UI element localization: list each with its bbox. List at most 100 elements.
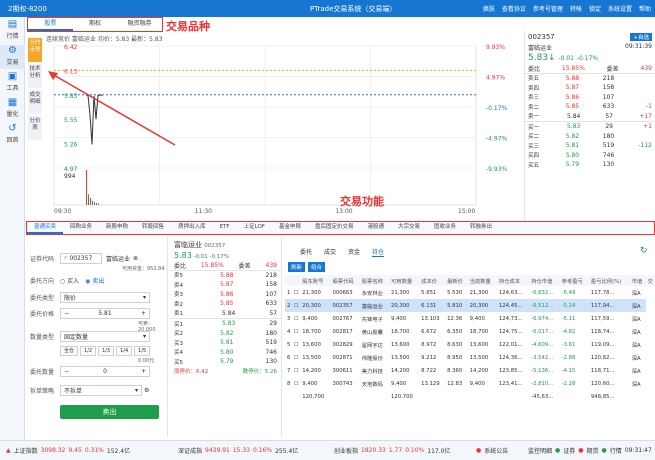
add-watch-button[interactable]: +自选: [630, 33, 652, 41]
nav-tools[interactable]: ▣ 工具: [0, 71, 25, 95]
nav-quant[interactable]: ▦ 量化: [0, 97, 25, 121]
table-row[interactable]: 1 ☐ 21,300 000663 永安林业 21,300 5.851 5.530 21,300…: [285, 286, 655, 299]
tab-orders[interactable]: 委托: [300, 247, 312, 257]
tab-margin[interactable]: 融资融券: [117, 18, 162, 31]
func-tab[interactable]: 盘后固定价交易: [308, 222, 361, 234]
qp-bid-row[interactable]: 买四 5.80 746: [528, 151, 652, 161]
func-tab[interactable]: 港股通: [360, 222, 391, 234]
qp-ask-row[interactable]: 卖一 5.84 57 +17: [528, 112, 652, 122]
gear-icon[interactable]: ⚙: [144, 387, 149, 394]
column-header[interactable]: [285, 275, 292, 286]
qp-bid-row[interactable]: 买一 5.83 29 +1: [528, 122, 652, 132]
table-row[interactable]: 6 ☐ 13,500 002871 伟隆股份 13,500 9.212 8.950 13,500…: [285, 351, 655, 364]
tab-funds[interactable]: 资金: [348, 247, 360, 257]
refresh-icon[interactable]: ↻: [640, 246, 648, 256]
mb-ask-row[interactable]: 卖5 5.88 218: [174, 271, 277, 281]
qty-type-select[interactable]: 固定数量 ▾: [60, 330, 150, 342]
refresh-button[interactable]: 刷新: [288, 262, 306, 272]
func-tab[interactable]: 基金申赎: [272, 222, 308, 234]
column-header[interactable]: 持仓成本: [496, 275, 530, 286]
qp-ask-row[interactable]: 卖三 5.86 107: [528, 93, 652, 103]
qp-bid-row[interactable]: 买五 5.79 130: [528, 160, 652, 170]
mb-ask-row[interactable]: 卖4 5.87 158: [174, 280, 277, 290]
split-select[interactable]: 不拆单 ▾: [60, 384, 142, 396]
qp-ask-row[interactable]: 卖五 5.88 218: [528, 74, 652, 84]
menu-protocol[interactable]: 查看协议: [502, 4, 526, 13]
column-header[interactable]: 股票代码: [330, 275, 360, 286]
func-tab[interactable]: 回购业务: [63, 222, 99, 234]
func-tab[interactable]: 转股回售: [135, 222, 171, 234]
column-header[interactable]: 股票名称: [359, 275, 389, 286]
func-tab[interactable]: 普通买卖: [27, 222, 64, 234]
table-row[interactable]: 2 ☐ 20,300 002357 富临运业 20,300 6.131 5.810 20,300…: [285, 299, 655, 312]
qty-quarter-button[interactable]: 1/4: [116, 346, 133, 356]
sell-button[interactable]: 卖出: [60, 405, 159, 419]
column-header[interactable]: 市值: [629, 275, 646, 286]
tab-fills[interactable]: 成交: [324, 247, 336, 257]
table-row[interactable]: 5 ☐ 13,600 002829 星网宇达 13,600 8.972 8.630 13,600…: [285, 338, 655, 351]
quote-sz[interactable]: 深证成指 9439.91 15.33 0.16% 255.4亿: [178, 446, 298, 455]
func-tab[interactable]: 转融券出: [463, 222, 499, 234]
tab-holdings[interactable]: 持仓: [372, 247, 385, 257]
clear-icon[interactable]: ⊗: [133, 255, 138, 262]
radio-sell[interactable]: ◉ 卖出: [85, 276, 104, 285]
column-header[interactable]: 参考盈亏: [559, 275, 589, 286]
price-stepper[interactable]: −5.81 +: [60, 307, 150, 319]
qp-ask-row[interactable]: 卖二 5.85 633 -1: [528, 102, 652, 112]
mb-ask-row[interactable]: 卖1 5.84 57: [174, 309, 277, 319]
menu-transfer[interactable]: 转帐: [570, 4, 582, 13]
account-label[interactable]: 2期权-8200: [8, 4, 47, 14]
qp-bid-row[interactable]: 买二 5.82 180: [528, 132, 652, 142]
qty-half-button[interactable]: 1/2: [80, 346, 97, 356]
column-header[interactable]: 盈亏比例(%): [588, 275, 630, 286]
column-header[interactable]: [291, 275, 301, 286]
mb-bid-row[interactable]: 买4 5.80 746: [174, 348, 277, 358]
func-tab[interactable]: 上证LOF: [237, 222, 272, 234]
mb-ask-row[interactable]: 卖3 5.86 107: [174, 290, 277, 300]
mb-bid-row[interactable]: 买1 5.83 29: [174, 319, 277, 329]
mb-bid-row[interactable]: 买3 5.81 519: [174, 338, 277, 348]
menu-help[interactable]: 帮助: [639, 4, 651, 13]
tab-stock[interactable]: 股票: [28, 18, 73, 31]
qty-third-button[interactable]: 1/3: [98, 346, 115, 356]
radio-buy[interactable]: ○ 买入: [60, 276, 79, 285]
column-header[interactable]: 最新价: [445, 275, 468, 286]
mb-bid-row[interactable]: 买5 5.79 130: [174, 357, 277, 367]
qp-bid-row[interactable]: 买三 5.81 519 -112: [528, 141, 652, 151]
menu-settings[interactable]: 系统设置: [608, 4, 632, 13]
column-header[interactable]: 交: [645, 275, 655, 286]
qp-ask-row[interactable]: 卖四 5.87 158: [528, 83, 652, 93]
conn-status[interactable]: 监控明细 ● 证券 ● 期货 ● 行情 09:31:47: [528, 446, 652, 455]
table-row[interactable]: 8 ☐ 9,400 300743 天地数码 9,400 13.129 12.83 9,400 12…: [285, 377, 655, 390]
code-input[interactable]: ⌕ 002357: [60, 252, 102, 264]
quote-sh[interactable]: ▲ 上证指数 3098.32 9.45 0.31% 152.4亿: [6, 446, 130, 455]
mb-ask-row[interactable]: 卖2 5.85 633: [174, 299, 277, 309]
func-tab[interactable]: ETF: [213, 222, 237, 234]
column-header[interactable]: 成本价: [419, 275, 446, 286]
qty-fifth-button[interactable]: 1/5: [134, 346, 151, 356]
qty-stepper[interactable]: −0 +: [60, 365, 150, 377]
func-tab[interactable]: 新股申购: [99, 222, 135, 234]
combine-button[interactable]: 组合: [308, 262, 326, 272]
column-header[interactable]: 股东账号: [300, 275, 331, 286]
func-tab[interactable]: 质押出入库: [171, 222, 213, 234]
mb-bid-row[interactable]: 买2 5.82 180: [174, 329, 277, 339]
quote-cy[interactable]: 创业板指 1820.33 1.77 0.10% 117.0亿: [334, 446, 450, 455]
qty-all-button[interactable]: 全仓: [60, 346, 79, 356]
menu-ref[interactable]: 参考号管理: [533, 4, 563, 13]
tab-option[interactable]: 期权: [73, 18, 118, 31]
menu-lock[interactable]: 锁定: [589, 4, 601, 13]
column-header[interactable]: 持仓市值: [529, 275, 560, 286]
order-type-select[interactable]: 限价 ▾: [60, 291, 150, 303]
table-row[interactable]: 3 ☐ 9,400 002767 先锋电子 9,400 13.103 12.36 9,400 12…: [285, 312, 655, 325]
table-row[interactable]: 4 ☐ 18,700 002817 黄山胶囊 18,700 6.672 6.350 18,700…: [285, 325, 655, 338]
menu-skin[interactable]: 换肤: [483, 4, 495, 13]
func-tab[interactable]: 固收业务: [427, 222, 463, 234]
nav-trade[interactable]: ⚙ 交易: [0, 45, 25, 69]
column-header[interactable]: 当前数量: [467, 275, 497, 286]
nav-market[interactable]: ▤ 行情: [0, 19, 25, 43]
system-notice[interactable]: ● 系统公告: [476, 446, 508, 455]
table-row[interactable]: 7 ☐ 14,200 300611 美力科技 14,200 8.722 8.360 14,200…: [285, 364, 655, 377]
nav-back[interactable]: ↺ 回首: [0, 123, 25, 147]
func-tab[interactable]: 大宗交易: [391, 222, 427, 234]
